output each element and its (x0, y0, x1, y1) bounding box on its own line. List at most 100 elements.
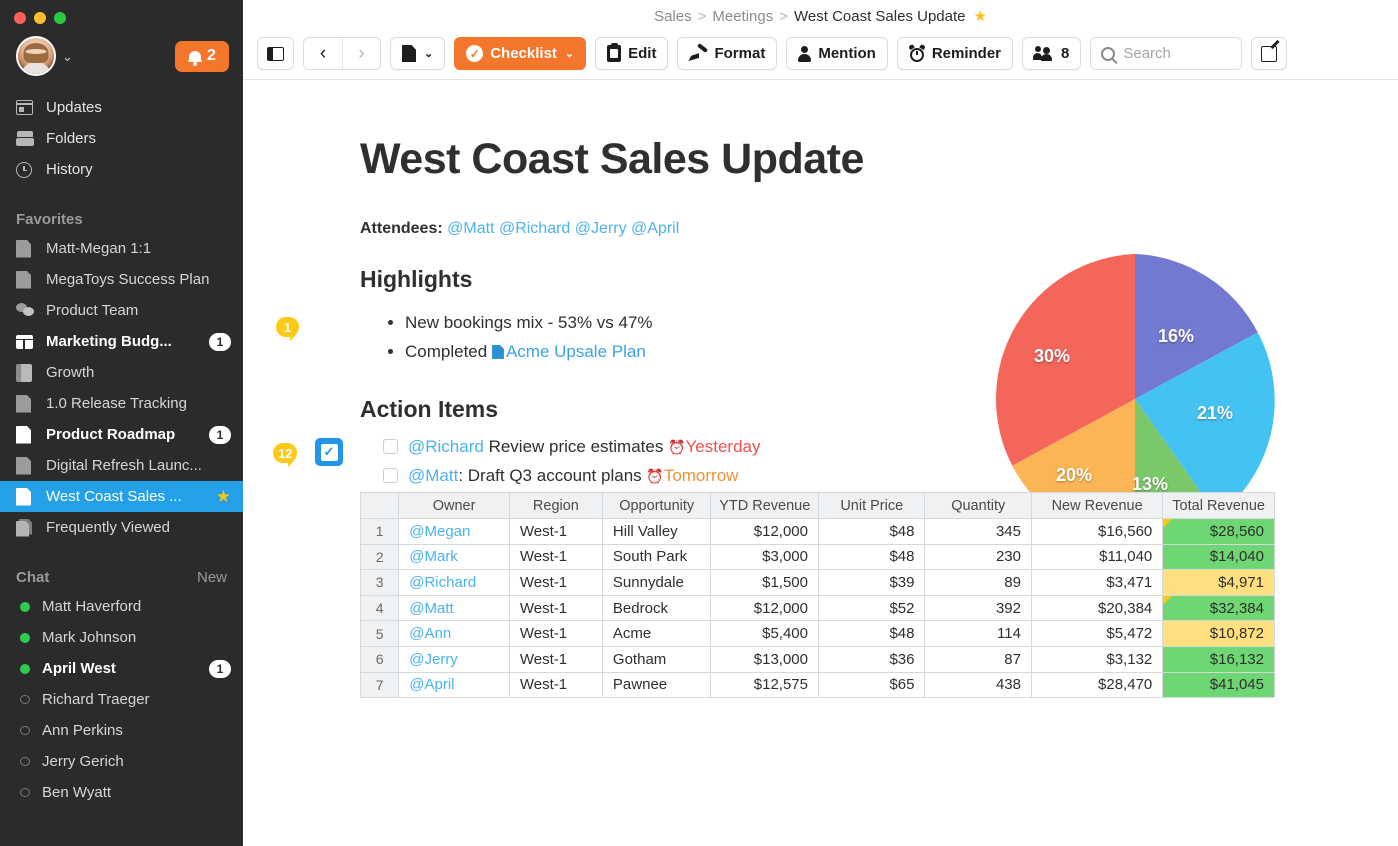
format-button[interactable]: Format (677, 37, 778, 70)
avatar[interactable] (16, 36, 56, 76)
cell-owner[interactable]: @Mark (398, 543, 510, 571)
cell-owner[interactable]: @Jerry (398, 645, 510, 673)
back-button[interactable]: ‹ (304, 38, 342, 69)
sidebar-item-history[interactable]: History (0, 154, 243, 185)
column-header-region[interactable]: Region (508, 492, 603, 519)
unread-count-badge: 1 (209, 332, 231, 351)
people-icon (1033, 46, 1054, 61)
sidebar-item-marketing-budget[interactable]: Marketing Budg... 1 (0, 326, 243, 357)
mention-matt[interactable]: @Matt (408, 466, 458, 485)
new-chat-button[interactable]: New (197, 569, 227, 586)
minimize-window-button[interactable] (34, 12, 46, 24)
column-header-total-revenue[interactable]: Total Revenue (1162, 492, 1275, 519)
chevron-down-icon[interactable]: ⌄ (62, 50, 73, 63)
close-window-button[interactable] (14, 12, 26, 24)
sidebar-item-folders[interactable]: Folders (0, 123, 243, 154)
table-row[interactable]: 2 @Mark West-1 South Park $3,000 $48 230… (359, 543, 1275, 571)
star-icon[interactable]: ★ (973, 7, 986, 25)
sidebar-item-frequently-viewed[interactable]: Frequently Viewed (0, 512, 243, 543)
cell-owner[interactable]: @April (398, 671, 510, 699)
forward-button[interactable]: › (342, 38, 380, 69)
row-index: 6 (359, 645, 400, 673)
star-icon[interactable]: ★ (216, 488, 231, 505)
table-row[interactable]: 6 @Jerry West-1 Gotham $13,000 $36 87 $3… (359, 645, 1275, 673)
mention-richard[interactable]: @Richard (499, 220, 570, 237)
column-header-quantity[interactable]: Quantity (924, 492, 1032, 519)
chat-item-mark-johnson[interactable]: Mark Johnson (0, 622, 243, 653)
sidebar-toggle-button[interactable] (257, 37, 294, 70)
chat-item-ben-wyatt[interactable]: Ben Wyatt (0, 777, 243, 808)
table-row[interactable]: 7 @April West-1 Pawnee $12,575 $65 438 $… (359, 671, 1275, 699)
task-row[interactable]: @Richard Review price estimates ⏰Yesterd… (383, 432, 865, 461)
sidebar-item-digital-refresh[interactable]: Digital Refresh Launc... (0, 450, 243, 481)
sidebar-item-west-coast-sales[interactable]: West Coast Sales ... ★ (0, 481, 243, 512)
alarm-clock-icon: ⏰ (646, 467, 664, 484)
collaborators-button[interactable]: 8 (1022, 37, 1082, 70)
mention-richard[interactable]: @Richard (408, 437, 484, 456)
compose-button[interactable] (1251, 37, 1288, 70)
reminder-button[interactable]: Reminder (896, 37, 1014, 70)
column-header-unit-price[interactable]: Unit Price (817, 492, 926, 519)
table-row[interactable]: 4 @Matt West-1 Bedrock $12,000 $52 392 $… (359, 594, 1275, 622)
column-header-opportunity[interactable]: Opportunity (601, 492, 712, 519)
sidebar-item-label: Frequently Viewed (46, 519, 170, 536)
mention-matt[interactable]: @Matt (447, 220, 494, 237)
column-header-ytd-revenue[interactable]: YTD Revenue (710, 492, 819, 519)
cell-owner[interactable]: @Megan (398, 518, 510, 545)
sidebar-item-megatoys[interactable]: MegaToys Success Plan (0, 264, 243, 295)
chat-item-april-west[interactable]: April West 1 (0, 653, 243, 684)
sidebar-item-updates[interactable]: Updates (0, 92, 243, 123)
mention-button[interactable]: Mention (786, 37, 888, 70)
column-header-new-revenue[interactable]: New Revenue (1030, 492, 1164, 519)
alarm-clock-icon: ⏰ (668, 438, 686, 455)
mention-jerry[interactable]: @Jerry (575, 220, 627, 237)
search-icon (1101, 46, 1116, 61)
cell-owner[interactable]: @Matt (398, 594, 510, 622)
sidebar-item-product-team[interactable]: Product Team (0, 295, 243, 326)
cell-owner[interactable]: @Richard (398, 569, 510, 596)
mention-label: Mention (818, 45, 876, 62)
search-input[interactable] (1123, 45, 1232, 62)
acme-upsale-plan-link[interactable]: Acme Upsale Plan (506, 342, 646, 361)
table-row[interactable]: 5 @Ann West-1 Acme $5,400 $48 114 $5,472… (359, 620, 1275, 647)
chat-item-richard-traeger[interactable]: Richard Traeger (0, 684, 243, 715)
table-row[interactable]: 1 @Megan West-1 Hill Valley $12,000 $48 … (359, 518, 1275, 545)
sidebar-item-growth[interactable]: Growth (0, 357, 243, 388)
sidebar-item-matt-megan[interactable]: Matt-Megan 1:1 (0, 233, 243, 264)
chat-item-matt-haverford[interactable]: Matt Haverford (0, 591, 243, 622)
due-date: ⏰Yesterday (668, 436, 761, 456)
notifications-button[interactable]: 2 (175, 40, 229, 72)
breadcrumb-sales[interactable]: Sales (654, 8, 692, 25)
task-checkbox[interactable] (383, 439, 398, 454)
action-items-checklist-marker[interactable]: ✓ (315, 438, 343, 466)
document-body: West Coast Sales Update Attendees: @Matt… (243, 80, 1398, 846)
document-icon (16, 239, 38, 258)
maximize-window-button[interactable] (54, 12, 66, 24)
column-header-owner[interactable]: Owner (398, 492, 510, 519)
sidebar-item-product-roadmap[interactable]: Product Roadmap 1 (0, 419, 243, 450)
collaborators-count: 8 (1061, 45, 1070, 62)
checklist-button[interactable]: ✓ Checklist ⌄ (454, 37, 587, 70)
search-box[interactable] (1090, 37, 1243, 70)
brush-icon (689, 45, 707, 62)
presence-offline-icon (20, 788, 30, 797)
task-checkbox[interactable] (383, 468, 398, 483)
table-row[interactable]: 3 @Richard West-1 Sunnydale $1,500 $39 8… (359, 569, 1275, 596)
action-items-comment-badge[interactable]: 12 (273, 443, 298, 467)
comment-corner-marker[interactable] (1163, 595, 1173, 605)
page-title: West Coast Sales Update (360, 135, 864, 183)
profile-row[interactable]: ⌄ 2 (0, 28, 243, 84)
breadcrumb-meetings[interactable]: Meetings (712, 8, 773, 25)
task-row[interactable]: @Matt: Draft Q3 account plans ⏰Tomorrow (383, 461, 865, 490)
sidebar-item-release-tracking[interactable]: 1.0 Release Tracking (0, 388, 243, 419)
comment-corner-marker[interactable] (1163, 519, 1173, 528)
chat-item-jerry-gerich[interactable]: Jerry Gerich (0, 746, 243, 777)
cell-owner[interactable]: @Ann (398, 620, 510, 647)
document-icon (16, 394, 38, 413)
edit-button[interactable]: Edit (595, 37, 669, 70)
document-menu-button[interactable]: ⌄ (390, 37, 446, 70)
cell-quantity: 87 (924, 645, 1032, 673)
highlights-comment-badge[interactable]: 1 (276, 317, 299, 341)
chat-item-ann-perkins[interactable]: Ann Perkins (0, 715, 243, 746)
mention-april[interactable]: @April (631, 220, 679, 237)
